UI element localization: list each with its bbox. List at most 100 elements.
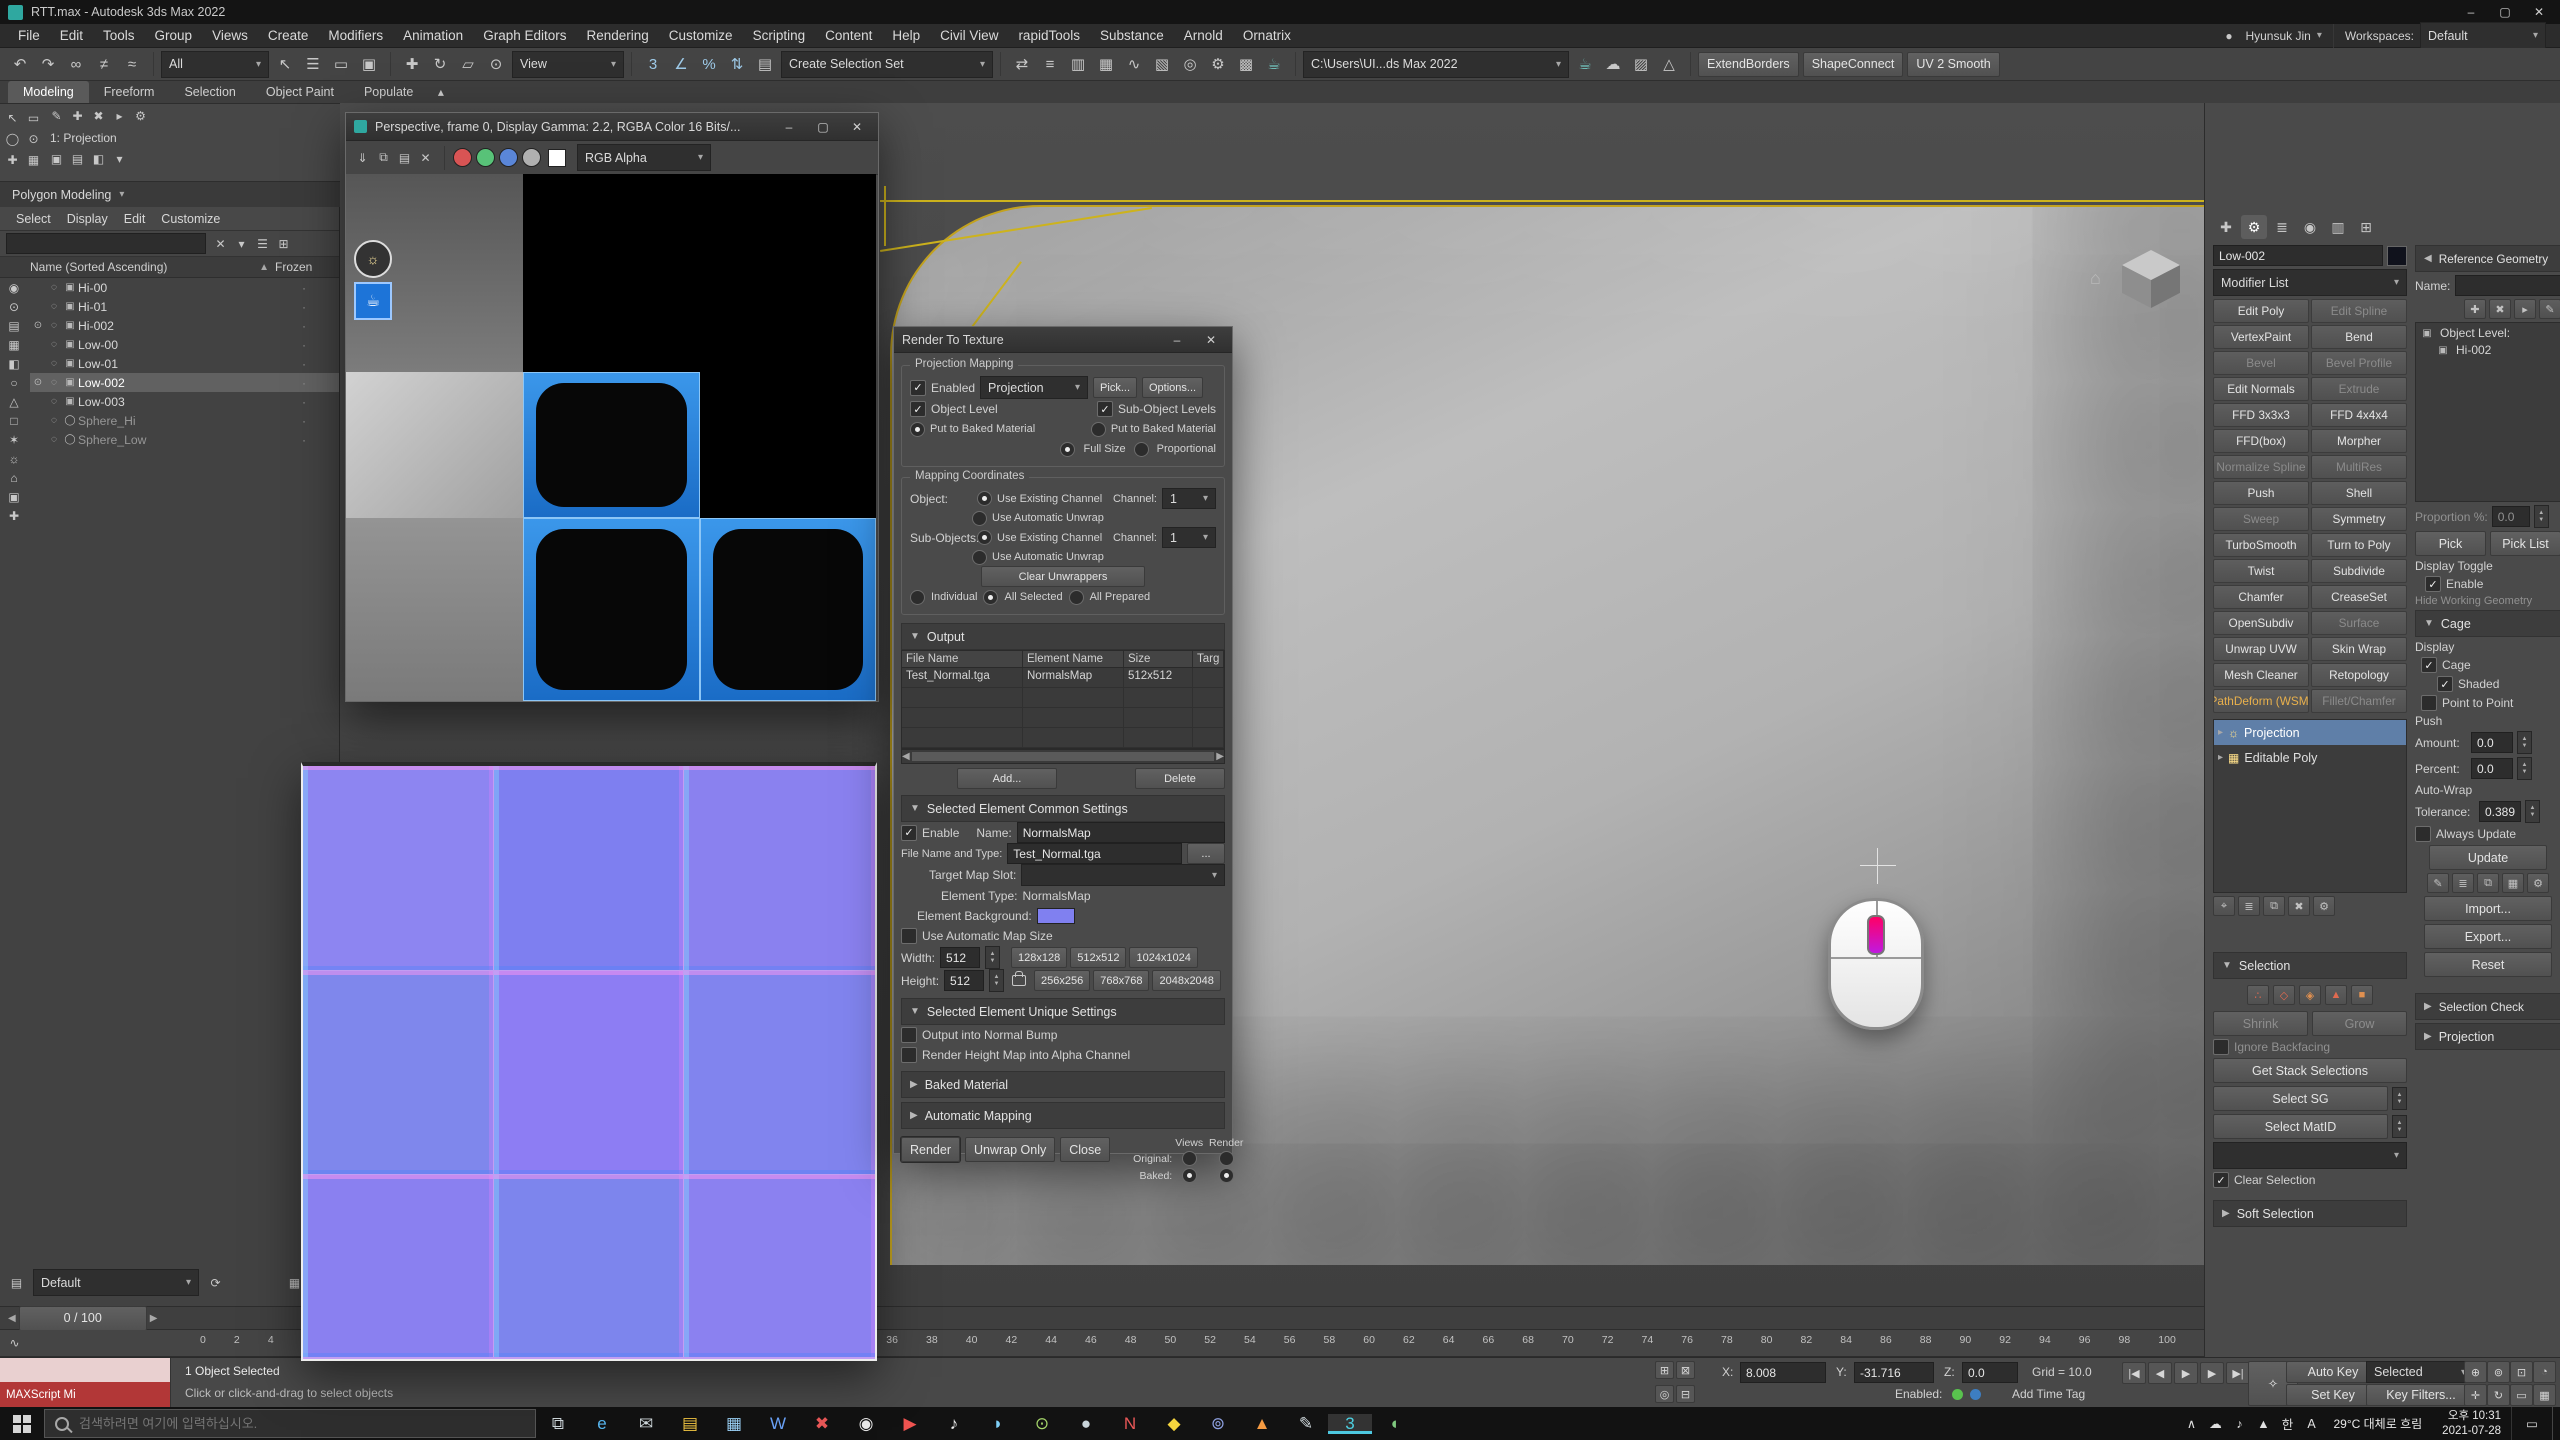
cage-tool-icon-4[interactable]: ▦ <box>2502 873 2524 893</box>
modifier-button[interactable]: Bevel Profile <box>2311 351 2407 375</box>
object-color-swatch[interactable] <box>2387 246 2407 266</box>
object-auto-unwrap-radio[interactable] <box>972 511 987 526</box>
element-unique-rollout-header[interactable]: ▼Selected Element Unique Settings <box>901 998 1225 1025</box>
taskbar-search-box[interactable] <box>44 1409 536 1438</box>
size-preset-button[interactable]: 1024x1024 <box>1129 947 1197 968</box>
modifier-button[interactable]: Bend <box>2311 325 2407 349</box>
make-unique-icon[interactable]: ⧉ <box>2263 896 2285 916</box>
projection-settings-icon[interactable]: ⚙ <box>130 106 151 125</box>
explorer-menu-item[interactable]: Customize <box>153 212 228 226</box>
taskbar-vlc-icon[interactable]: ▲ <box>1240 1414 1284 1434</box>
Low-003[interactable]: ⊙ ◌ ▣ Low-003 · <box>30 392 339 411</box>
window-crossing-icon[interactable]: ▣ <box>355 51 383 77</box>
maximize-viewport-icon[interactable]: ▦ <box>2533 1384 2556 1406</box>
go-to-end-icon[interactable]: ▶| <box>2226 1362 2250 1384</box>
modifier-button[interactable]: Turn to Poly <box>2311 533 2407 557</box>
custom-script-button[interactable]: ExtendBorders <box>1698 52 1799 77</box>
hierarchy-tab-icon[interactable]: ≣ <box>2269 215 2295 239</box>
taskbar-store-icon[interactable]: ▦ <box>712 1414 756 1434</box>
view-reference-dropdown[interactable]: View▾ <box>512 51 624 78</box>
show-end-result-icon[interactable]: ≣ <box>2238 896 2260 916</box>
angle-snap-icon[interactable]: ∠ <box>667 51 695 77</box>
select-matid-spinner[interactable] <box>2392 1115 2407 1138</box>
pin-stack-icon[interactable]: ⌖ <box>2213 896 2235 916</box>
modifier-button[interactable]: Push <box>2213 481 2309 505</box>
select-and-link-icon[interactable]: ∞ <box>62 51 90 77</box>
individual-radio[interactable] <box>910 590 925 605</box>
output-rollout-header[interactable]: ▼Output <box>901 623 1225 650</box>
automatic-mapping-rollout-header[interactable]: ▶Automatic Mapping <box>901 1102 1225 1129</box>
red-channel-icon[interactable] <box>453 148 472 167</box>
redo-icon[interactable]: ↷ <box>34 51 62 77</box>
taskbar-word-icon[interactable]: W <box>756 1414 800 1434</box>
menu-item[interactable]: Customize <box>659 24 743 48</box>
select-and-place-icon[interactable]: ⊙ <box>482 51 510 77</box>
rtt-enabled-checkbox[interactable] <box>910 380 926 396</box>
modifier-button[interactable]: Edit Poly <box>2213 299 2309 323</box>
cage-tool-icon-3[interactable]: ⧉ <box>2477 873 2499 893</box>
create-tab-icon[interactable]: ✚ <box>2213 215 2239 239</box>
projection-edit-icon[interactable]: ✎ <box>46 106 67 125</box>
cage-tool-icon-1[interactable]: ✎ <box>2427 873 2449 893</box>
modifier-button[interactable]: Morpher <box>2311 429 2407 453</box>
taskbar-music-icon[interactable]: ♪ <box>932 1414 976 1434</box>
start-button[interactable] <box>0 1407 44 1440</box>
explorer-tool-icon-10[interactable]: ☼ <box>4 449 25 468</box>
menu-item[interactable]: Views <box>202 24 258 48</box>
projection-play-icon[interactable]: ▸ <box>109 106 130 125</box>
adaptive-degradation-alt-icon[interactable] <box>1970 1389 1981 1400</box>
expand-arrow-icon[interactable]: ▸ <box>2218 727 2223 738</box>
menu-item[interactable]: Help <box>882 24 930 48</box>
size-preset-button[interactable]: 256x256 <box>1034 970 1090 991</box>
point-to-point-checkbox[interactable] <box>2421 695 2437 711</box>
ribbon-tab[interactable]: Object Paint <box>251 81 349 103</box>
weather-widget[interactable]: 29°C 대체로 흐림 <box>2323 1407 2432 1440</box>
baked-material-rollout-header[interactable]: ▶Baked Material <box>901 1071 1225 1098</box>
ribbon-side-icon-1[interactable]: ↖ <box>2 108 23 127</box>
modify-tab-icon[interactable]: ⚙ <box>2241 215 2267 239</box>
eye-icon[interactable]: ⊙ <box>30 377 46 388</box>
pan-icon[interactable]: ✛ <box>2464 1384 2487 1406</box>
select-matid-button[interactable]: Select MatID <box>2213 1114 2388 1139</box>
modifier-button[interactable]: Chamfer <box>2213 585 2309 609</box>
ribbon-tab[interactable]: Selection <box>169 81 250 103</box>
modifier-button[interactable]: Normalize Spline <box>2213 455 2309 479</box>
taskbar-kakao-icon[interactable]: ◆ <box>1152 1414 1196 1434</box>
clear-rendered-frame-icon[interactable]: ✕ <box>415 148 436 167</box>
taskbar-adobe-icon[interactable]: ✖ <box>800 1414 844 1434</box>
all-selected-radio[interactable] <box>983 590 998 605</box>
modifier-button[interactable]: Bevel <box>2213 351 2309 375</box>
render-production-icon[interactable]: ☕ <box>1260 51 1288 77</box>
shrink-button[interactable]: Shrink <box>2213 1011 2308 1036</box>
ribbon-side-icon-5[interactable]: ✚ <box>2 150 23 169</box>
width-spinner[interactable] <box>985 946 1000 969</box>
taskbar-3dsmax-icon[interactable]: 3 <box>1328 1414 1372 1434</box>
modifier-button[interactable]: TurboSmooth <box>2213 533 2309 557</box>
maxscript-mini-listener[interactable]: MAXScript Mi <box>0 1358 171 1408</box>
clear-selection-checkbox[interactable] <box>2213 1172 2229 1188</box>
explorer-list-icon[interactable]: ☰ <box>252 234 273 253</box>
Hi-01[interactable]: ⊙ ◌ ▣ Hi-01 · <box>30 297 339 316</box>
explorer-tool-icon-9[interactable]: ✶ <box>4 430 25 449</box>
expand-arrow-icon[interactable]: ▸ <box>2218 752 2223 763</box>
size-preset-button[interactable]: 128x128 <box>1011 947 1067 968</box>
reference-geometry-rollout-header[interactable]: ◀ Reference Geometry <box>2415 245 2560 272</box>
render-original-radio[interactable] <box>1219 1151 1234 1166</box>
soft-selection-rollout-header[interactable]: ▶Soft Selection <box>2213 1200 2407 1227</box>
add-reference-icon[interactable]: ✚ <box>2464 299 2486 319</box>
menu-item[interactable]: Civil View <box>930 24 1008 48</box>
menu-item[interactable]: Rendering <box>577 24 659 48</box>
file-name-field[interactable] <box>1007 843 1182 864</box>
layer-icon[interactable]: ▤ <box>6 1273 27 1292</box>
explorer-settings-icon[interactable]: ⊞ <box>273 234 294 253</box>
proportional-radio[interactable] <box>1134 442 1149 457</box>
viewcube[interactable] <box>2122 250 2180 308</box>
rfw-titlebar[interactable]: Perspective, frame 0, Display Gamma: 2.2… <box>346 113 878 141</box>
display-toggle-enable-checkbox[interactable] <box>2425 576 2441 592</box>
taskbar-edge-icon[interactable]: e <box>580 1414 624 1434</box>
workspace-dropdown[interactable]: Default ▾ <box>2420 22 2546 49</box>
matid-dropdown[interactable]: ▾ <box>2213 1142 2407 1169</box>
percent-spinner[interactable] <box>2517 757 2532 780</box>
maximize-window-icon[interactable]: ▢ <box>810 117 836 137</box>
show-desktop-button[interactable] <box>2552 1407 2560 1440</box>
